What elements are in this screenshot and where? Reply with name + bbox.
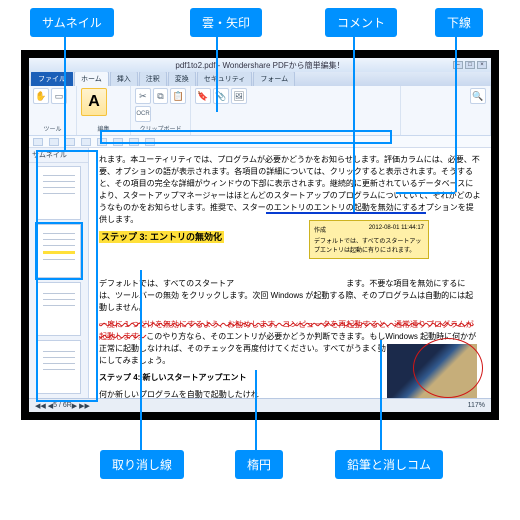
- image-icon[interactable]: 🖼: [231, 88, 247, 104]
- highlight-tool-icon[interactable]: [33, 138, 43, 146]
- pencil-annotation[interactable]: [413, 338, 483, 398]
- app-window: pdf1to2.pdf - Wondershare PDFから簡単編集！ – □…: [29, 58, 491, 412]
- note-date: 2012-08-01 11:44:17: [369, 225, 424, 234]
- page-indicator: 5 / 6R: [53, 402, 72, 409]
- leader: [396, 192, 455, 194]
- maximize-button[interactable]: □: [465, 61, 475, 69]
- tab-security[interactable]: セキュリティ: [197, 71, 253, 86]
- body-text: れます。本ユーティリティでは、プログラムが必要かどうかをお知らせします。評価カラ…: [99, 154, 481, 226]
- callout-strikethrough: 取り消し線: [100, 450, 184, 479]
- callout-ellipse: 楕円: [235, 450, 283, 479]
- leader: [380, 340, 382, 450]
- callout-underline: 下線: [435, 8, 483, 37]
- copy-icon[interactable]: ⧉: [153, 88, 169, 104]
- callout-pencil-eraser: 鉛筆と消しコム: [335, 450, 443, 479]
- tab-home[interactable]: ホーム: [74, 71, 109, 86]
- statusbar: ◀◀ ◀ 5 / 6R ▶ ▶▶ 117%: [29, 398, 491, 412]
- bookmark-icon[interactable]: 🔖: [195, 88, 211, 104]
- tab-form[interactable]: フォーム: [253, 71, 295, 86]
- paste-icon[interactable]: 📋: [170, 88, 186, 104]
- document-page[interactable]: れます。本ユーティリティでは、プログラムが必要かどうかをお知らせします。評価カラ…: [89, 148, 491, 398]
- search-icon[interactable]: 🔍: [470, 88, 486, 104]
- ocr-icon[interactable]: OCR: [135, 106, 151, 122]
- tab-convert[interactable]: 変換: [168, 71, 196, 86]
- leader: [140, 270, 142, 450]
- next-controls[interactable]: ▶ ▶▶: [72, 402, 90, 410]
- leader: [455, 32, 457, 192]
- callout-comment: コメント: [325, 8, 397, 37]
- titlebar: pdf1to2.pdf - Wondershare PDFから簡単編集！ – □…: [29, 58, 491, 72]
- leader: [64, 32, 66, 152]
- zoom-indicator: 117%: [468, 402, 485, 409]
- window-title: pdf1to2.pdf - Wondershare PDFから簡単編集！: [175, 60, 344, 71]
- cut-icon[interactable]: ✂: [135, 88, 151, 104]
- leader: [216, 32, 218, 112]
- highlight-thumbnail-pane: [36, 150, 98, 402]
- step3-heading: ステップ 3: エントリの無効化: [99, 231, 224, 243]
- ribbon-group-label: ツール: [33, 124, 72, 133]
- callout-thumbnail: サムネイル: [30, 8, 114, 37]
- note-title: 作成: [314, 225, 326, 234]
- prev-controls[interactable]: ◀◀ ◀: [35, 402, 53, 410]
- body-text: デフォルトでは、すべてのスタートア ます。不要な項目を無効にするには、ツールバー…: [99, 278, 481, 314]
- tab-file[interactable]: ファイル: [31, 71, 73, 86]
- leader: [255, 370, 257, 450]
- ribbon-tabs: ファイル ホーム 挿入 注釈 変換 セキュリティ フォーム: [29, 72, 491, 86]
- text-edit-button[interactable]: A: [81, 88, 107, 116]
- tab-annotate[interactable]: 注釈: [139, 71, 167, 86]
- close-button[interactable]: ×: [477, 61, 487, 69]
- ribbon: ✋▭ ツール A 編集 ✂ ⧉ 📋 OCR クリップボード: [29, 86, 491, 136]
- note-body: デフォルトでは、すべてのスタートアップエントリは起動に有りにされます。: [314, 236, 424, 254]
- leader: [353, 32, 355, 212]
- sticky-note[interactable]: 作成 2012-08-01 11:44:17 デフォルトでは、すべてのスタートアッ…: [309, 220, 429, 259]
- callout-cloud-arrow: 雲・矢印: [190, 8, 262, 37]
- hand-tool-icon[interactable]: ✋: [33, 88, 49, 104]
- underline-tool-icon[interactable]: [49, 138, 59, 146]
- tab-insert[interactable]: 挿入: [110, 71, 138, 86]
- strike-tool-icon[interactable]: [65, 138, 75, 146]
- comment-tool-icon[interactable]: [81, 138, 91, 146]
- highlight-toolbar: [100, 130, 392, 144]
